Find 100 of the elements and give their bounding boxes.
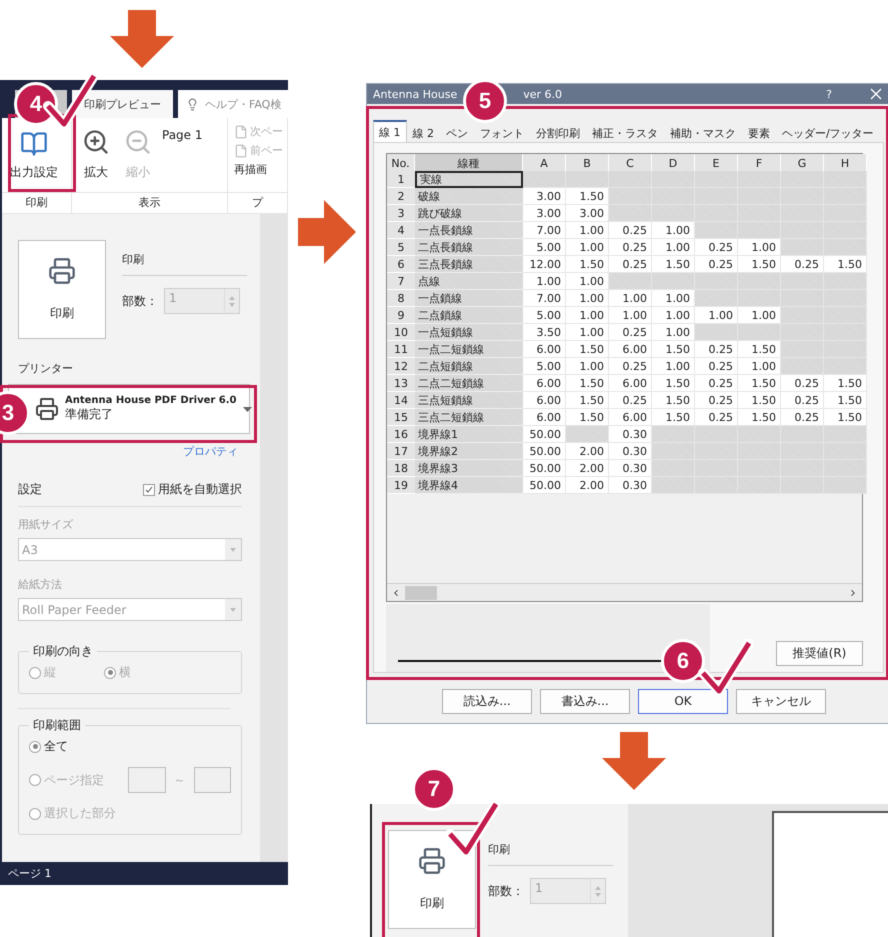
value-cell[interactable]: 0.25 xyxy=(781,409,824,426)
help-button[interactable]: ? xyxy=(826,88,832,100)
value-cell[interactable]: 7.00 xyxy=(523,290,566,307)
output-settings-button[interactable]: 出力設定 xyxy=(8,130,60,186)
value-cell[interactable]: 6.00 xyxy=(609,409,652,426)
value-cell[interactable]: 0.25 xyxy=(781,375,824,392)
print-button[interactable]: 印刷 xyxy=(388,830,476,929)
value-cell[interactable]: 0.25 xyxy=(609,392,652,409)
value-cell[interactable]: 7.00 xyxy=(523,222,566,239)
line-type-cell[interactable]: 三点短鎖線 xyxy=(415,392,523,409)
value-cell[interactable]: 0.25 xyxy=(781,256,824,273)
line-type-cell[interactable]: 二点長鎖線 xyxy=(415,239,523,256)
value-cell[interactable]: 6.00 xyxy=(523,341,566,358)
line-type-cell[interactable]: 点線 xyxy=(415,273,523,290)
dialog-button[interactable]: 読込み... xyxy=(442,688,532,714)
value-cell[interactable]: 1.00 xyxy=(609,290,652,307)
radio-option[interactable]: 全て xyxy=(29,738,231,755)
value-cell[interactable]: 2.00 xyxy=(566,477,609,494)
value-cell[interactable]: 0.25 xyxy=(695,375,738,392)
value-cell[interactable]: 0.25 xyxy=(609,256,652,273)
value-cell[interactable]: 5.00 xyxy=(523,239,566,256)
close-icon[interactable] xyxy=(870,88,882,100)
line-type-cell[interactable]: 三点二短鎖線 xyxy=(415,409,523,426)
line-type-cell[interactable]: 一点長鎖線 xyxy=(415,222,523,239)
horizontal-scrollbar[interactable] xyxy=(387,583,862,601)
value-cell[interactable]: 6.00 xyxy=(523,375,566,392)
line-type-cell[interactable]: 境界線2 xyxy=(415,443,523,460)
value-cell[interactable]: 1.50 xyxy=(824,409,867,426)
value-cell[interactable]: 0.25 xyxy=(609,222,652,239)
value-cell[interactable]: 1.50 xyxy=(652,392,695,409)
value-cell[interactable]: 6.00 xyxy=(523,392,566,409)
value-cell[interactable]: 1.50 xyxy=(652,256,695,273)
line-type-cell[interactable]: 一点二短鎖線 xyxy=(415,341,523,358)
print-button[interactable]: 印刷 xyxy=(18,240,106,339)
value-cell[interactable]: 0.30 xyxy=(609,443,652,460)
value-cell[interactable]: 50.00 xyxy=(523,477,566,494)
recommended-values-button[interactable]: 推奨値(R) xyxy=(776,641,863,666)
value-cell[interactable]: 5.00 xyxy=(523,307,566,324)
value-cell[interactable]: 0.25 xyxy=(609,358,652,375)
line-type-cell[interactable]: 実線 xyxy=(415,171,523,188)
value-cell[interactable]: 1.00 xyxy=(566,290,609,307)
value-cell[interactable]: 1.00 xyxy=(695,307,738,324)
value-cell[interactable]: 3.00 xyxy=(566,205,609,222)
line-type-cell[interactable]: 二点鎖線 xyxy=(415,307,523,324)
dialog-tab[interactable]: 補正・ラスタ xyxy=(586,123,664,142)
dialog-tab[interactable]: 線 2 xyxy=(406,123,440,142)
value-cell[interactable]: 0.25 xyxy=(609,324,652,341)
value-cell[interactable]: 1.50 xyxy=(824,375,867,392)
dialog-tab[interactable]: ペン xyxy=(440,123,474,142)
value-cell[interactable]: 1.00 xyxy=(566,273,609,290)
ribbon-tab[interactable]: 印刷プレビュー xyxy=(72,90,173,118)
value-cell[interactable]: 1.50 xyxy=(652,375,695,392)
value-cell[interactable]: 2.00 xyxy=(566,460,609,477)
value-cell[interactable]: 1.50 xyxy=(738,375,781,392)
value-cell[interactable]: 1.00 xyxy=(652,222,695,239)
line-type-cell[interactable]: 境界線3 xyxy=(415,460,523,477)
value-cell[interactable]: 0.25 xyxy=(695,239,738,256)
line-type-cell[interactable]: 二点短鎖線 xyxy=(415,358,523,375)
value-cell[interactable]: 50.00 xyxy=(523,426,566,443)
value-cell[interactable]: 0.25 xyxy=(695,341,738,358)
value-cell[interactable]: 1.50 xyxy=(652,341,695,358)
value-cell[interactable]: 12.00 xyxy=(523,256,566,273)
value-cell[interactable]: 1.00 xyxy=(566,307,609,324)
value-cell[interactable]: 3.50 xyxy=(523,324,566,341)
value-cell[interactable]: 1.50 xyxy=(652,409,695,426)
dialog-tab[interactable]: フォント xyxy=(474,123,530,142)
page-to-field[interactable] xyxy=(194,767,231,793)
dialog-button[interactable]: キャンセル xyxy=(736,688,826,714)
dialog-tab[interactable]: 要素 xyxy=(742,123,776,142)
value-cell[interactable]: 3.00 xyxy=(523,205,566,222)
value-cell[interactable]: 6.00 xyxy=(523,409,566,426)
value-cell[interactable]: 3.00 xyxy=(523,188,566,205)
dialog-tab[interactable]: 補助・マスク xyxy=(664,123,742,142)
value-cell[interactable]: 1.00 xyxy=(652,358,695,375)
line-type-cell[interactable]: 二点二短鎖線 xyxy=(415,375,523,392)
value-cell[interactable]: 1.50 xyxy=(738,392,781,409)
value-cell[interactable]: 6.00 xyxy=(609,375,652,392)
value-cell[interactable]: 1.00 xyxy=(652,307,695,324)
dialog-button[interactable]: OK xyxy=(638,688,728,714)
value-cell[interactable]: 1.50 xyxy=(824,392,867,409)
line-type-cell[interactable]: 三点長鎖線 xyxy=(415,256,523,273)
zoom-in-button[interactable]: 拡大 xyxy=(78,122,114,188)
value-cell[interactable]: 50.00 xyxy=(523,460,566,477)
value-cell[interactable]: 1.50 xyxy=(566,188,609,205)
dialog-tab[interactable]: 線 1 xyxy=(373,120,406,142)
page-from-field[interactable] xyxy=(128,767,166,793)
value-cell[interactable]: 1.00 xyxy=(566,239,609,256)
scroll-thumb[interactable] xyxy=(405,586,437,600)
value-cell[interactable]: 1.50 xyxy=(824,256,867,273)
value-cell[interactable]: 1.50 xyxy=(738,256,781,273)
value-cell[interactable]: 1.50 xyxy=(566,392,609,409)
line-type-cell[interactable]: 跳び破線 xyxy=(415,205,523,222)
value-cell[interactable]: 0.25 xyxy=(609,239,652,256)
dialog-tab[interactable]: 分割印刷 xyxy=(530,123,586,142)
value-cell[interactable]: 0.25 xyxy=(695,256,738,273)
value-cell[interactable]: 1.00 xyxy=(652,239,695,256)
value-cell[interactable]: 2.00 xyxy=(566,443,609,460)
line-type-cell[interactable]: 一点短鎖線 xyxy=(415,324,523,341)
value-cell[interactable]: 1.00 xyxy=(738,239,781,256)
value-cell[interactable]: 1.50 xyxy=(566,256,609,273)
